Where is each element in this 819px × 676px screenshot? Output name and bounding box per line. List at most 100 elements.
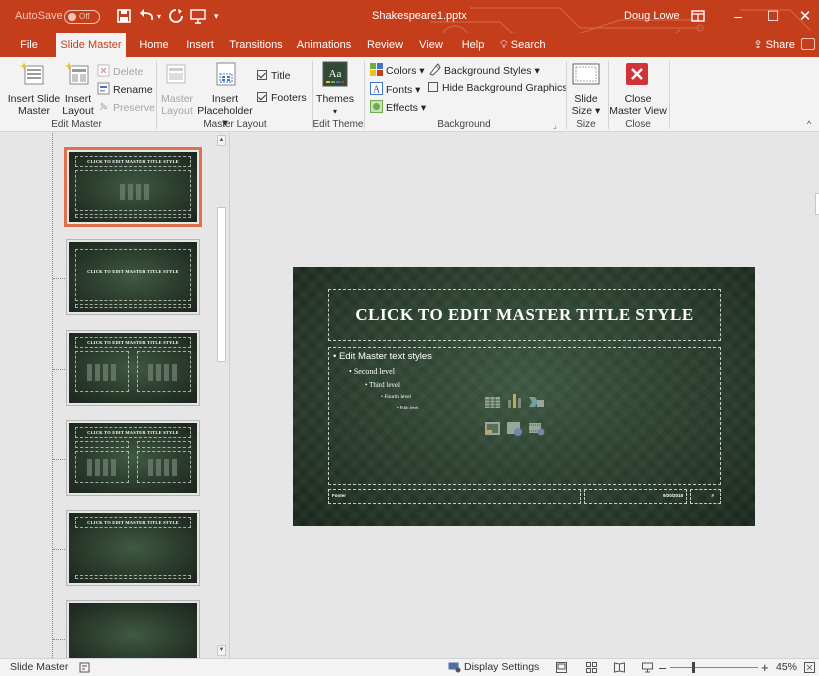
format-background-launcher-icon[interactable]: ⌟ xyxy=(553,120,557,132)
title-placeholder[interactable]: CLICK TO EDIT MASTER TITLE STYLE xyxy=(328,289,721,341)
insert-chart-icon[interactable] xyxy=(506,392,523,409)
footer-placeholder[interactable]: Footer xyxy=(328,489,581,504)
save-icon[interactable] xyxy=(116,8,132,24)
zoom-out-button[interactable]: – xyxy=(659,659,666,676)
user-name[interactable]: Doug Lowe xyxy=(624,0,680,33)
thumbnail-footer-box xyxy=(75,303,191,308)
thumbnail-title: CLICK TO EDIT MASTER TITLE STYLE xyxy=(87,520,179,525)
redo-icon[interactable] xyxy=(168,8,184,24)
insert-slide-master-label-2: Master xyxy=(17,105,51,117)
tab-transitions[interactable]: Transitions xyxy=(226,33,286,57)
insert-online-picture-icon[interactable] xyxy=(506,420,523,437)
accessibility-check-icon[interactable] xyxy=(79,662,90,673)
footers-checkbox[interactable]: Footers xyxy=(257,92,307,104)
autosave-toggle[interactable]: Off xyxy=(64,10,100,24)
title-checkbox[interactable]: Title xyxy=(257,70,290,82)
group-separator xyxy=(156,61,157,129)
canvas-scrollbar[interactable] xyxy=(815,133,819,658)
undo-icon[interactable] xyxy=(140,8,156,24)
comments-icon[interactable] xyxy=(801,38,815,50)
thumbnail-slide-master[interactable]: CLICK TO EDIT MASTER TITLE STYLE xyxy=(64,147,202,227)
tab-review[interactable]: Review xyxy=(364,33,406,57)
close-window-button[interactable]: ✕ xyxy=(788,0,819,33)
thumbnail-title: CLICK TO EDIT MASTER TITLE STYLE xyxy=(87,268,179,274)
hide-background-graphics-checkbox[interactable]: Hide Background Graphics xyxy=(428,82,567,94)
content-placeholder[interactable]: Edit Master text styles Second level Thi… xyxy=(328,347,721,485)
insert-smartart-icon[interactable] xyxy=(528,394,545,411)
effects-label: Effects xyxy=(386,102,418,114)
rename-button[interactable]: Rename xyxy=(97,82,153,96)
share-button[interactable]: ⇪ Share xyxy=(753,33,795,57)
title-checkbox-label: Title xyxy=(271,70,291,82)
insert-slide-master-button[interactable]: Insert Slide Master xyxy=(6,93,62,117)
effects-button[interactable]: Effects ▾ xyxy=(370,100,426,114)
zoom-level[interactable]: 45% xyxy=(776,659,797,676)
slide-size-button[interactable]: Slide Size ▾ xyxy=(568,93,604,117)
thumbnail-scroll-thumb[interactable] xyxy=(217,207,226,362)
tab-file[interactable]: File xyxy=(10,33,48,57)
slide-master-preview[interactable]: CLICK TO EDIT MASTER TITLE STYLE Edit Ma… xyxy=(293,267,755,526)
delete-label: Delete xyxy=(113,66,144,78)
layout-tree-connector xyxy=(52,133,53,658)
scroll-up-arrow-icon[interactable]: ▲ xyxy=(217,135,226,146)
insert-video-icon[interactable] xyxy=(528,420,545,437)
colors-button[interactable]: Colors ▾ xyxy=(370,63,425,77)
customize-qat-icon[interactable]: ▾ xyxy=(214,0,219,33)
thumbnail-background: CLICK TO EDIT MASTER TITLE STYLE xyxy=(69,333,197,403)
background-styles-button[interactable]: Background Styles ▾ xyxy=(428,63,540,77)
tab-search[interactable]: 💡︎ Search xyxy=(500,33,570,57)
thumbnail-connector xyxy=(53,639,65,640)
thumbnail-layout-title[interactable]: CLICK TO EDIT MASTER TITLE STYLE xyxy=(53,239,200,315)
slide-show-view-icon[interactable] xyxy=(642,662,653,673)
slide-size-icon xyxy=(572,63,600,85)
close-master-view-button[interactable]: Close Master View xyxy=(608,93,668,117)
tab-home[interactable]: Home xyxy=(134,33,174,57)
fit-slide-to-window-icon[interactable] xyxy=(804,662,815,673)
thumbnail-layout-comparison[interactable]: CLICK TO EDIT MASTER TITLE STYLE xyxy=(53,420,200,496)
thumbnail-scrollbar[interactable]: ▲ ▼ xyxy=(215,133,228,658)
tab-slide-master[interactable]: Slide Master xyxy=(56,33,126,57)
insert-picture-icon[interactable] xyxy=(484,420,501,437)
date-text: 9/20/2018 xyxy=(662,493,683,498)
date-placeholder[interactable]: 9/20/2018 xyxy=(584,489,687,504)
preserve-label: Preserve xyxy=(113,102,156,114)
minimize-button[interactable]: – xyxy=(721,0,755,33)
group-label-size: Size xyxy=(576,119,596,130)
tab-animations[interactable]: Animations xyxy=(292,33,356,57)
insert-layout-button[interactable]: Insert Layout xyxy=(58,93,98,117)
collapse-ribbon-icon[interactable]: ^ xyxy=(807,119,815,129)
normal-view-icon[interactable] xyxy=(556,662,567,673)
display-settings-icon xyxy=(448,662,461,673)
ribbon: Insert Slide Master Insert Layout Delete R… xyxy=(0,57,819,132)
start-slideshow-icon[interactable] xyxy=(190,8,206,24)
thumbnail-layout-blank[interactable] xyxy=(53,600,200,658)
display-settings-button[interactable]: Display Settings xyxy=(464,659,539,676)
zoom-in-button[interactable]: + xyxy=(761,659,769,676)
zoom-slider[interactable] xyxy=(670,667,758,668)
preserve-button[interactable]: Preserve xyxy=(97,100,155,114)
reading-view-icon[interactable] xyxy=(614,662,625,673)
delete-button[interactable]: Delete xyxy=(97,64,143,78)
tab-help[interactable]: Help xyxy=(456,33,490,57)
thumbnail-layout-two-content[interactable]: CLICK TO EDIT MASTER TITLE STYLE xyxy=(53,330,200,406)
ribbon-display-options-icon[interactable] xyxy=(691,9,705,23)
text-level-5: Fifth level xyxy=(397,405,419,410)
slide-editing-canvas: CLICK TO EDIT MASTER TITLE STYLE Edit Ma… xyxy=(231,133,815,658)
zoom-slider-handle[interactable] xyxy=(692,662,695,673)
canvas-scroll-thumb[interactable] xyxy=(815,193,819,215)
slide-number-placeholder[interactable]: # xyxy=(690,489,721,504)
undo-dropdown-icon[interactable]: ▾ xyxy=(157,0,161,33)
scroll-down-arrow-icon[interactable]: ▼ xyxy=(217,645,226,656)
slide-sorter-view-icon[interactable] xyxy=(586,662,597,673)
themes-button[interactable]: Themes ▾ xyxy=(314,93,356,118)
fonts-button[interactable]: A Fonts ▾ xyxy=(370,82,420,96)
insert-table-icon[interactable] xyxy=(484,394,501,411)
slide-thumbnail-pane: CLICK TO EDIT MASTER TITLE STYLE CLICK T… xyxy=(0,133,230,658)
group-label-edit-master: Edit Master xyxy=(51,119,102,130)
thumbnail-layout-title-only[interactable]: CLICK TO EDIT MASTER TITLE STYLE xyxy=(53,510,200,586)
tab-insert[interactable]: Insert xyxy=(180,33,220,57)
master-layout-button[interactable]: Master Layout xyxy=(159,93,195,117)
thumbnail-content-icons xyxy=(148,363,180,381)
maximize-button[interactable]: ☐ xyxy=(756,0,790,33)
tab-view[interactable]: View xyxy=(414,33,448,57)
